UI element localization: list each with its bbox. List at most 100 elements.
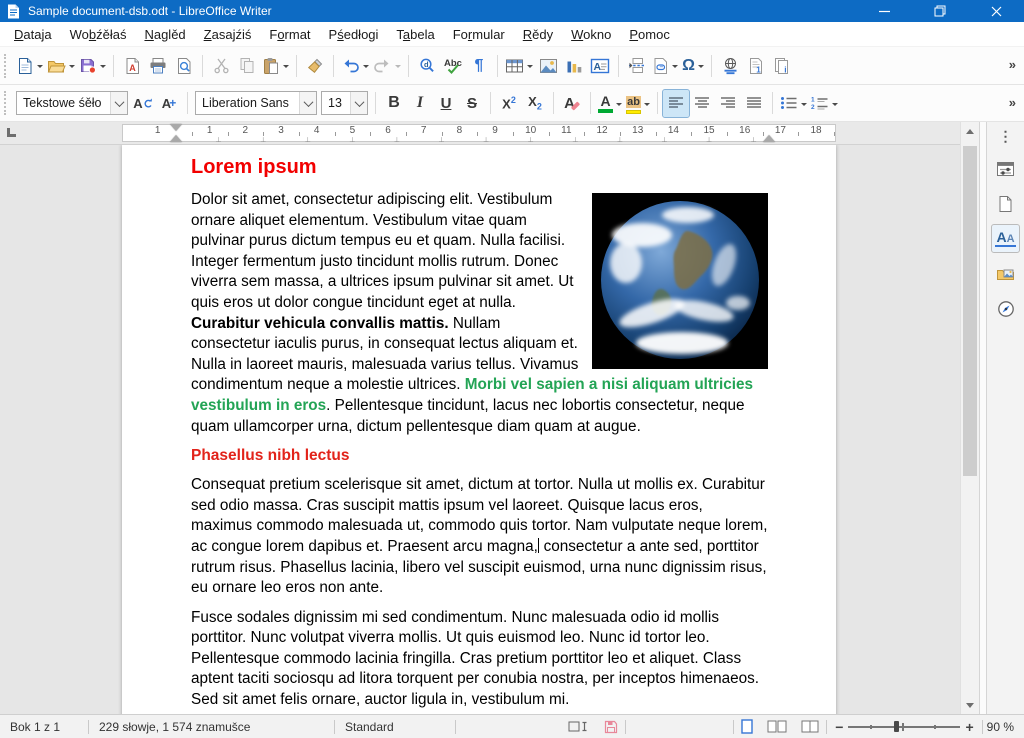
toolbar-grip[interactable] (4, 91, 9, 115)
redo-dropdown[interactable] (395, 65, 401, 71)
numbered-list-dropdown[interactable] (832, 103, 838, 109)
scroll-down-button[interactable] (961, 696, 979, 714)
insert-image-button[interactable] (535, 52, 561, 79)
open-button[interactable] (45, 52, 77, 79)
strikethrough-button[interactable]: S (459, 90, 485, 117)
special-character-dropdown[interactable] (698, 65, 704, 71)
copy-button[interactable] (234, 52, 260, 79)
font-color-dropdown[interactable] (616, 103, 622, 109)
left-indent-marker[interactable] (170, 129, 182, 142)
insert-chart-button[interactable] (561, 52, 587, 79)
close-button[interactable] (968, 0, 1024, 22)
menu-item-pedogi[interactable]: Pśedłogi (320, 24, 388, 45)
scrollbar-thumb[interactable] (963, 146, 977, 476)
align-center-button[interactable] (689, 90, 715, 117)
insert-field-dropdown[interactable] (672, 65, 678, 71)
menu-item-format[interactable]: Format (260, 24, 319, 45)
spellcheck-button[interactable]: Abc (440, 52, 466, 79)
menu-item-wokno[interactable]: Wokno (562, 24, 620, 45)
toolbar-overflow-button[interactable]: » (1005, 57, 1024, 74)
menu-item-nagld[interactable]: Naglěd (135, 24, 194, 45)
undo-button[interactable] (339, 52, 371, 79)
superscript-button[interactable]: X2 (496, 90, 522, 117)
toolbar-overflow-button[interactable]: » (1005, 95, 1024, 112)
earth-image[interactable] (592, 193, 768, 369)
sidebar-gallery-tab[interactable] (992, 260, 1019, 287)
insert-endnote-button[interactable]: i (769, 52, 795, 79)
menu-item-tabela[interactable]: Tabela (387, 24, 443, 45)
print-preview-button[interactable] (171, 52, 197, 79)
clone-formatting-button[interactable] (302, 52, 328, 79)
tab-type-selector[interactable] (7, 128, 16, 137)
sidebar-page-tab[interactable] (992, 190, 1019, 217)
insert-hyperlink-button[interactable] (717, 52, 743, 79)
document-modified-status[interactable] (597, 720, 625, 734)
clear-formatting-button[interactable]: A (559, 90, 585, 117)
italic-button[interactable]: I (407, 90, 433, 117)
font-name-combo[interactable]: Liberation Sans (195, 91, 317, 115)
sidebar-navigator-tab[interactable] (992, 295, 1019, 322)
find-replace-button[interactable]: d (414, 52, 440, 79)
highlight-color-button[interactable]: ab (624, 90, 652, 117)
font-size-dropdown[interactable] (350, 92, 367, 114)
new-style-button[interactable]: A + (156, 90, 182, 117)
word-count-status[interactable]: 229 słowje, 1 574 znamušce (89, 720, 334, 734)
underline-button[interactable]: U (433, 90, 459, 117)
document-page[interactable]: Lorem ipsum (122, 145, 836, 714)
update-style-button[interactable]: A (130, 90, 156, 117)
cut-button[interactable] (208, 52, 234, 79)
minimize-button[interactable] (856, 0, 912, 22)
new-document-button[interactable] (14, 52, 45, 79)
document-subheading[interactable]: Phasellus nibh lectus (191, 447, 768, 465)
scroll-up-button[interactable] (961, 122, 979, 140)
toolbar-grip[interactable] (4, 54, 9, 78)
scrollbar-track[interactable] (961, 140, 979, 696)
insert-table-button[interactable] (503, 52, 535, 79)
single-page-view-button[interactable] (734, 719, 760, 734)
open-dropdown[interactable] (69, 65, 75, 71)
menu-item-pomoc[interactable]: Pomoc (620, 24, 678, 45)
vertical-scrollbar[interactable] (960, 122, 979, 714)
highlight-color-dropdown[interactable] (644, 103, 650, 109)
menu-item-rdy[interactable]: Rědy (514, 24, 562, 45)
zoom-in-button[interactable]: + (965, 719, 973, 735)
restore-button[interactable] (912, 0, 968, 22)
font-size-combo[interactable]: 13 (321, 91, 368, 115)
sidebar-styles-tab[interactable]: AA (992, 225, 1019, 252)
sidebar-deck-border[interactable] (979, 122, 987, 714)
sidebar-settings-icon[interactable]: ⋮ (999, 128, 1013, 145)
multi-page-view-button[interactable] (760, 719, 794, 734)
insert-field-button[interactable]: – (650, 52, 680, 79)
font-name-dropdown[interactable] (299, 92, 316, 114)
export-pdf-button[interactable]: A (119, 52, 145, 79)
document-paragraph-3[interactable]: Fusce sodales dignissim mi sed condiment… (191, 608, 768, 711)
save-button[interactable] (77, 52, 108, 79)
new-document-dropdown[interactable] (37, 65, 43, 71)
undo-dropdown[interactable] (363, 65, 369, 71)
page-number-status[interactable]: Bok 1 z 1 (0, 720, 88, 734)
menu-item-woba[interactable]: Wobźěłaś (61, 24, 136, 45)
insert-page-break-button[interactable] (624, 52, 650, 79)
menu-item-formular[interactable]: Formular (444, 24, 514, 45)
insert-footnote-button[interactable]: 1 (743, 52, 769, 79)
menu-item-dataja[interactable]: Dataja (5, 24, 61, 45)
align-right-button[interactable] (715, 90, 741, 117)
page-style-status[interactable]: Standard (335, 720, 455, 734)
paste-dropdown[interactable] (283, 65, 289, 71)
bullet-list-button[interactable] (778, 90, 809, 117)
document-heading[interactable]: Lorem ipsum (191, 156, 768, 179)
menu-item-zasaji[interactable]: Zasajźiś (195, 24, 261, 45)
justify-button[interactable] (741, 90, 767, 117)
redo-button[interactable] (371, 52, 403, 79)
insert-textbox-button[interactable]: A (587, 52, 613, 79)
document-paragraph-2[interactable]: Consequat pretium scelerisque sit amet, … (191, 475, 768, 599)
right-indent-marker[interactable] (763, 129, 775, 142)
insert-table-dropdown[interactable] (527, 65, 533, 71)
horizontal-ruler[interactable]: 1123456789101112131415161718⊥⊥⊥⊥⊥⊥⊥⊥⊥⊥⊥⊥… (0, 122, 960, 145)
font-color-button[interactable]: A (596, 90, 624, 117)
paragraph-style-dropdown[interactable] (110, 92, 127, 114)
book-view-button[interactable] (794, 719, 826, 734)
save-dropdown[interactable] (100, 65, 106, 71)
numbered-list-button[interactable]: 12 (809, 90, 840, 117)
print-button[interactable] (145, 52, 171, 79)
